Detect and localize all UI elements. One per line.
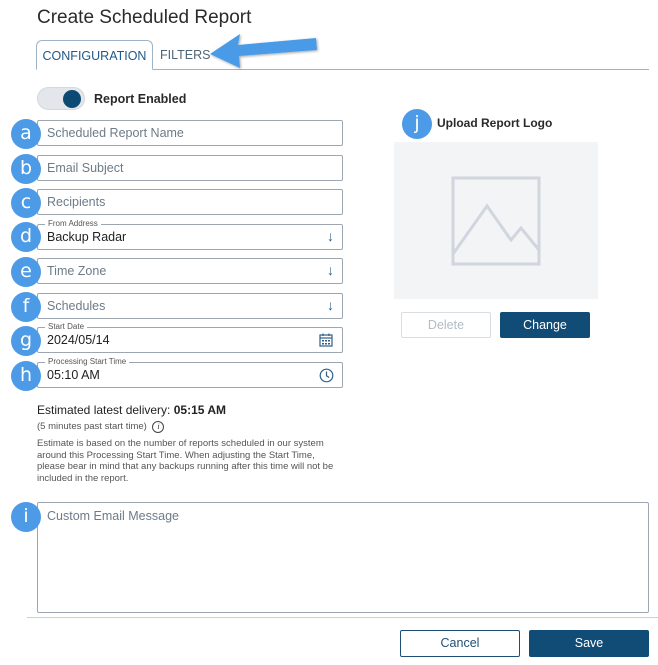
arrow-down-icon[interactable]: ↓: [327, 297, 334, 313]
tab-configuration[interactable]: CONFIGURATION: [36, 40, 153, 70]
save-button[interactable]: Save: [529, 630, 649, 657]
estimated-delivery: Estimated latest delivery: 05:15 AM: [37, 403, 226, 417]
start-date-label: Start Date: [45, 322, 88, 332]
upload-logo-title: Upload Report Logo: [437, 116, 553, 130]
arrow-down-icon[interactable]: ↓: [327, 262, 334, 278]
badge-i: i: [11, 502, 41, 532]
footer-divider: [27, 617, 658, 618]
arrow-down-icon[interactable]: ↓: [327, 228, 334, 244]
email-subject-input[interactable]: Email Subject: [37, 155, 343, 181]
toggle-knob: [63, 90, 81, 108]
badge-e: e: [11, 257, 41, 287]
email-subject-placeholder: Email Subject: [47, 161, 124, 175]
custom-email-message-placeholder: Custom Email Message: [47, 509, 179, 523]
badge-c: c: [11, 188, 41, 218]
badge-b: b: [11, 154, 41, 184]
estimate-sub-text: (5 minutes past start time): [37, 421, 147, 432]
estimate-note: Estimate is based on the number of repor…: [37, 438, 334, 484]
report-name-placeholder: Scheduled Report Name: [47, 126, 184, 140]
annotation-arrow-icon: [210, 34, 317, 68]
estimated-delivery-value: 05:15 AM: [173, 403, 226, 417]
schedules-select[interactable]: Schedules ↓: [37, 293, 343, 319]
custom-email-message-textarea[interactable]: Custom Email Message: [37, 502, 649, 613]
processing-start-time-input[interactable]: Processing Start Time 05:10 AM: [37, 357, 343, 388]
cancel-button[interactable]: Cancel: [400, 630, 520, 657]
logo-preview[interactable]: [394, 142, 598, 299]
badge-f: f: [11, 292, 41, 322]
change-logo-button[interactable]: Change: [500, 312, 590, 338]
from-address-label: From Address: [45, 219, 101, 229]
dialog-title: Create Scheduled Report: [37, 7, 252, 28]
recipients-placeholder: Recipients: [47, 195, 106, 209]
badge-j: j: [402, 109, 432, 139]
info-icon[interactable]: i: [152, 421, 165, 433]
calendar-icon[interactable]: [319, 333, 333, 347]
badge-d: d: [11, 222, 41, 252]
from-address-select[interactable]: From Address Backup Radar ↓: [37, 219, 343, 250]
report-enabled-toggle[interactable]: [37, 87, 85, 110]
processing-start-time-value: 05:10 AM: [47, 368, 100, 382]
badge-a: a: [11, 119, 41, 149]
estimate-sub: (5 minutes past start time) i: [37, 421, 165, 433]
time-zone-placeholder: Time Zone: [47, 264, 107, 278]
image-placeholder-icon: [451, 176, 541, 266]
badge-g: g: [11, 326, 41, 356]
from-address-value: Backup Radar: [47, 230, 127, 244]
tab-filters[interactable]: FILTERS: [160, 40, 210, 70]
report-name-input[interactable]: Scheduled Report Name: [37, 120, 343, 146]
start-date-input[interactable]: Start Date 2024/05/14: [37, 322, 343, 353]
processing-start-time-label: Processing Start Time: [45, 357, 130, 367]
estimated-delivery-label: Estimated latest delivery:: [37, 403, 171, 417]
clock-icon[interactable]: [319, 368, 334, 383]
delete-logo-button[interactable]: Delete: [401, 312, 491, 338]
time-zone-select[interactable]: Time Zone ↓: [37, 258, 343, 284]
start-date-value: 2024/05/14: [47, 333, 110, 347]
recipients-input[interactable]: Recipients: [37, 189, 343, 215]
badge-h: h: [11, 361, 41, 391]
schedules-placeholder: Schedules: [47, 299, 106, 313]
report-enabled-label: Report Enabled: [94, 92, 187, 106]
